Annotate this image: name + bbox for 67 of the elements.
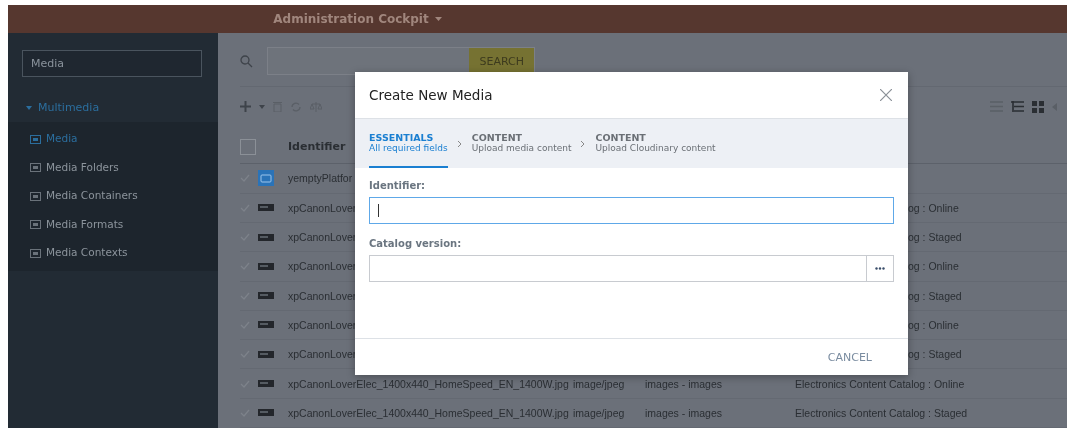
- input-field[interactable]: [369, 197, 894, 224]
- table-cell: images - images: [645, 377, 723, 390]
- table-cell: og : Online: [908, 201, 959, 214]
- table-cell: image/jpeg: [573, 377, 625, 390]
- table-cell: og : Online: [908, 318, 959, 331]
- table-cell: xpCanonLover: [288, 201, 357, 214]
- table-cell: og : Online: [908, 260, 959, 273]
- field-label: Identifier:: [369, 180, 427, 191]
- table-cell: xpCanonLover: [288, 260, 357, 273]
- table-cell: Electronics Content Catalog : Staged: [795, 406, 968, 419]
- sidebar-item[interactable]: Media Folders: [8, 152, 218, 181]
- media-icon: [30, 132, 41, 144]
- table-cell: images - images: [645, 406, 723, 419]
- search-field[interactable]: SEARCH: [267, 47, 535, 76]
- table-cell: xpCanonLover: [288, 289, 357, 302]
- caret-icon[interactable]: [26, 105, 32, 110]
- step-tab[interactable]: CONTENT Upload Cloudinary content: [595, 119, 716, 168]
- app-title[interactable]: Administration Cockpit: [273, 12, 429, 26]
- table-cell: og : Staged: [908, 231, 962, 244]
- table-cell: og : Staged: [908, 289, 962, 302]
- image-thumbnail-icon: [258, 321, 274, 329]
- plus-icon[interactable]: [240, 101, 251, 113]
- step-tab[interactable]: CONTENT Upload media content: [471, 119, 572, 168]
- caret-icon[interactable]: [259, 104, 265, 109]
- image-file-icon: [258, 170, 274, 187]
- table-cell: og : Staged: [908, 348, 962, 361]
- sidebar-item[interactable]: Media Contexts: [8, 238, 218, 267]
- image-thumbnail-icon: [258, 204, 274, 212]
- tree-view-icon[interactable]: [1011, 101, 1024, 113]
- ellipsis-icon: [875, 267, 885, 270]
- sidebar-item[interactable]: Media: [8, 124, 218, 153]
- cancel-button[interactable]: CANCEL: [821, 349, 878, 365]
- media-icon: [30, 218, 41, 230]
- step-tab[interactable]: ESSENTIALS All required fields: [369, 119, 448, 168]
- dialog-title: Create New Media: [369, 87, 493, 103]
- table-cell: xpCanonLover: [288, 318, 357, 331]
- image-thumbnail-icon: [258, 380, 274, 388]
- table-cell: xpCanonLover: [288, 348, 357, 361]
- table-cell: yemptyPlatfor: [288, 172, 353, 185]
- sidebar-item[interactable]: Media Containers: [8, 181, 218, 210]
- grid-view-icon[interactable]: [1032, 100, 1044, 113]
- input-field[interactable]: [369, 255, 894, 282]
- media-icon: [30, 246, 41, 258]
- table-cell: image/jpeg: [573, 406, 625, 419]
- table-cell: xpCanonLoverElec_1400x440_HomeSpeed_EN_1400W.jpg: [288, 406, 569, 419]
- close-button[interactable]: [880, 89, 892, 101]
- search-field[interactable]: Media: [22, 50, 202, 77]
- select-all-checkbox[interactable]: [240, 138, 256, 155]
- table-row[interactable]: xpCanonLoverElec_1400x440_HomeSpeed_EN_1400W.jpg image/jpeg images - images Electronics Content Catalog : Staged: [240, 398, 1067, 428]
- image-thumbnail-icon: [258, 409, 274, 417]
- media-icon: [30, 161, 41, 173]
- chevron-icon: [457, 140, 462, 147]
- search-icon[interactable]: [240, 54, 253, 68]
- image-thumbnail-icon: [258, 262, 274, 270]
- image-thumbnail-icon: [258, 233, 274, 241]
- chevron-icon: [581, 140, 586, 147]
- image-thumbnail-icon: [258, 350, 274, 358]
- field-label: Catalog version:: [369, 238, 463, 249]
- table-cell: Electronics Content Catalog : Online: [795, 377, 965, 390]
- image-thumbnail-icon: [258, 292, 274, 300]
- media-icon: [30, 189, 41, 201]
- table-cell: xpCanonLoverElec_1400x440_HomeSpeed_EN_1400W.jpg: [288, 377, 569, 390]
- search-button[interactable]: SEARCH: [469, 48, 534, 75]
- caret-icon[interactable]: [434, 17, 442, 21]
- sidebar-item[interactable]: Media Formats: [8, 209, 218, 238]
- tree-group-label[interactable]: Multimedia: [38, 101, 100, 114]
- table-cell: xpCanonLover: [288, 231, 357, 244]
